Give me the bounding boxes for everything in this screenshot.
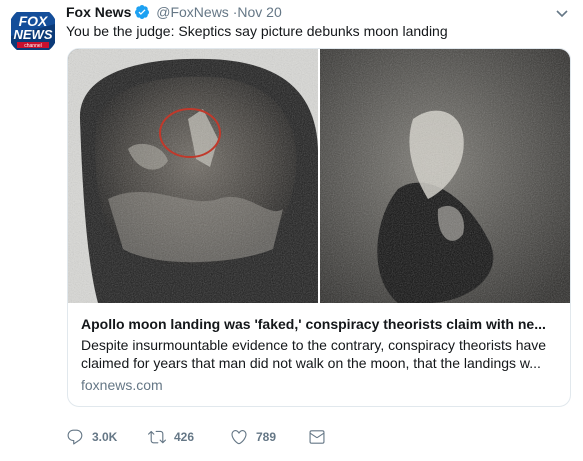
svg-text:channel: channel <box>24 43 42 49</box>
chevron-down-icon[interactable] <box>555 6 569 18</box>
fox-news-logo: FOX NEWS channel <box>8 6 58 56</box>
card-image[interactable] <box>68 49 570 303</box>
svg-text:NEWS: NEWS <box>14 27 53 42</box>
link-card[interactable]: Apollo moon landing was 'faked,' conspir… <box>67 48 571 407</box>
like-count: 789 <box>256 430 277 444</box>
timestamp[interactable]: Nov 20 <box>237 4 281 20</box>
handle[interactable]: @FoxNews <box>156 4 229 20</box>
verified-badge-icon <box>134 4 150 24</box>
message-button[interactable] <box>308 426 326 448</box>
avatar[interactable]: FOX NEWS channel <box>8 6 58 56</box>
retweet-count: 426 <box>174 430 195 444</box>
card-domain[interactable]: foxnews.com <box>81 376 163 394</box>
like-button[interactable]: 789 <box>230 426 276 448</box>
card-description: Despite insurmountable evidence to the c… <box>81 337 547 371</box>
reply-count: 3.0K <box>92 430 118 444</box>
retweet-button[interactable]: 426 <box>148 426 194 448</box>
reply-icon <box>67 429 83 445</box>
tweet[interactable]: FOX NEWS channel Fox News @FoxNews ·Nov … <box>0 0 583 461</box>
tweet-header: Fox News @FoxNews ·Nov 20 <box>66 3 553 21</box>
tweet-text: You be the judge: Skeptics say picture d… <box>66 23 448 39</box>
heart-icon <box>231 430 247 445</box>
envelope-icon <box>309 430 325 444</box>
display-name[interactable]: Fox News <box>66 4 131 20</box>
retweet-icon <box>148 430 166 444</box>
reply-button[interactable]: 3.0K <box>66 426 117 448</box>
card-title[interactable]: Apollo moon landing was 'faked,' conspir… <box>81 315 559 333</box>
